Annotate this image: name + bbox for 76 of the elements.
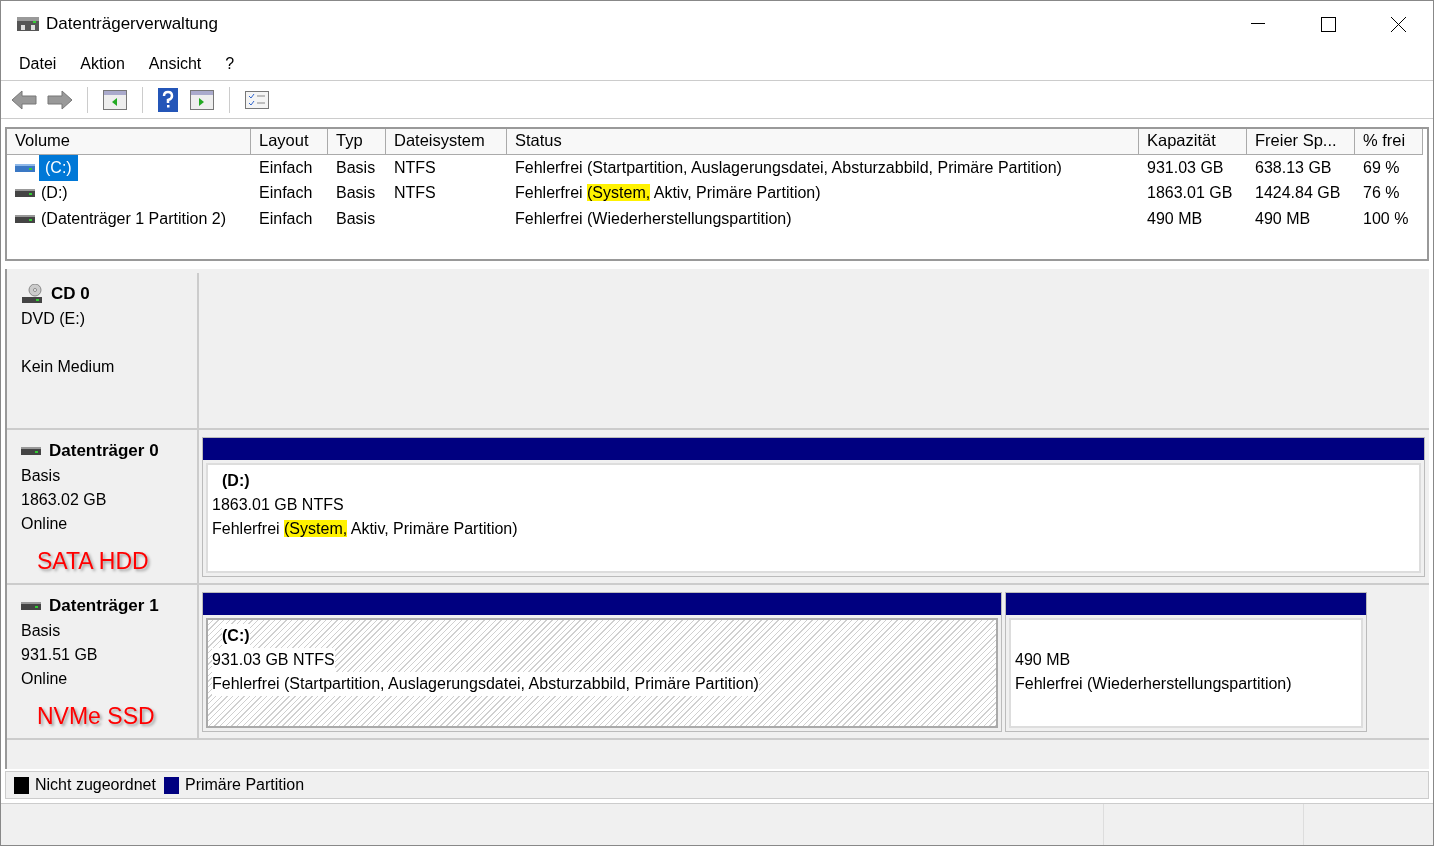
table-cell-text: 100 % xyxy=(1363,208,1409,229)
table-cell-text: Basis xyxy=(336,208,376,229)
panel-icon xyxy=(190,89,214,110)
drive-label[interactable]: (D:) xyxy=(39,181,70,206)
menu-item[interactable]: ? xyxy=(225,51,235,76)
minimize-icon xyxy=(1251,23,1265,25)
disk-name: Datenträger 1 xyxy=(49,595,159,617)
table-cell-text: Basis xyxy=(336,183,376,204)
column-header[interactable]: Freier Sp... xyxy=(1247,129,1355,155)
close-icon xyxy=(1390,16,1406,32)
table-cell-text: 1863.01 GB xyxy=(1147,183,1233,204)
drive-icon xyxy=(21,445,41,456)
partition-block[interactable]: (C:) 931.03 GB NTFS Fehlerfrei (Startpartition, Auslagerungsdatei, Absturzabbild, Primäre Partition) xyxy=(202,592,1002,732)
table-cell-text: 638.13 GB xyxy=(1255,157,1332,178)
disk-detail: 931.51 GB xyxy=(21,644,98,665)
window-title: Datenträgerverwaltung xyxy=(46,13,218,36)
table-cell-text: Einfach xyxy=(259,183,313,204)
checklist-icon xyxy=(245,90,269,109)
right-arrow-icon xyxy=(47,89,73,110)
disk-name: Datenträger 0 xyxy=(49,440,159,462)
table-cell-text: 1424.84 GB xyxy=(1255,183,1341,204)
disk-name: CD 0 xyxy=(51,283,90,305)
annotation-label: SATA HDD xyxy=(37,546,150,576)
table-cell-text: 76 % xyxy=(1363,183,1400,204)
drive-icon xyxy=(15,188,35,199)
table-cell-text: 490 MB xyxy=(1255,208,1311,229)
legend-label: Nicht zugeordnet xyxy=(35,775,156,795)
menu-item[interactable]: Aktion xyxy=(80,51,125,76)
column-header[interactable]: % frei xyxy=(1355,129,1423,155)
status-text: Fehlerfrei (System, Aktiv, Primäre Partition) xyxy=(515,183,821,204)
table-cell-text: Basis xyxy=(336,157,376,178)
table-cell-text: NTFS xyxy=(394,157,436,178)
status-text: Fehlerfrei (Startpartition, Auslagerungsdatei, Absturzabbild, Primäre Partition) xyxy=(515,157,1062,178)
column-header[interactable]: Volume xyxy=(7,129,251,155)
disk-detail: Kein Medium xyxy=(21,356,115,377)
table-cell-text: NTFS xyxy=(394,183,436,204)
drive-icon xyxy=(15,213,35,224)
partition-status: Fehlerfrei (Startpartition, Auslagerungsdatei, Absturzabbild, Primäre Partition) xyxy=(212,674,759,694)
drive-icon xyxy=(21,600,41,611)
column-header[interactable]: Kapazität xyxy=(1139,129,1247,155)
partition-block[interactable]: 490 MB Fehlerfrei (Wiederherstellungspartition) xyxy=(1005,592,1367,732)
status-text: Fehlerfrei (Wiederherstellungspartition) xyxy=(515,208,792,229)
help-button[interactable] xyxy=(155,85,181,114)
partition-status: Fehlerfrei (System, Aktiv, Primäre Partition) xyxy=(212,519,518,539)
column-header[interactable]: Typ xyxy=(328,129,386,155)
partition-block[interactable]: (D:) 1863.01 GB NTFS Fehlerfrei (System, Aktiv, Primäre Partition) xyxy=(202,437,1425,577)
drive-label[interactable]: (C:) xyxy=(39,154,78,181)
legend-label: Primäre Partition xyxy=(184,775,305,795)
column-header[interactable]: Status xyxy=(507,129,1139,155)
column-header[interactable]: Layout xyxy=(251,129,328,155)
app-icon xyxy=(17,15,39,33)
drive-icon xyxy=(15,162,35,173)
menu-item[interactable]: Ansicht xyxy=(148,51,202,76)
optical-drive-icon xyxy=(21,283,43,304)
table-cell-text: 931.03 GB xyxy=(1147,157,1224,178)
maximize-icon xyxy=(1320,16,1336,32)
partition-status: Fehlerfrei (Wiederherstellungspartition) xyxy=(1015,674,1292,694)
table-cell-text: 490 MB xyxy=(1147,208,1203,229)
disk-detail: Basis xyxy=(21,620,61,641)
menu-item[interactable]: Datei xyxy=(19,51,57,76)
table-cell-text: 69 % xyxy=(1363,157,1400,178)
column-header[interactable]: Dateisystem xyxy=(386,129,507,155)
disk-detail: DVD (E:) xyxy=(21,308,85,329)
panel-icon xyxy=(103,89,127,110)
help-icon xyxy=(158,87,178,112)
partition-title: (C:) xyxy=(222,624,250,648)
table-cell-text: Einfach xyxy=(259,208,313,229)
disk-detail: Online xyxy=(21,513,68,534)
disk-detail: Basis xyxy=(21,465,61,486)
left-arrow-icon xyxy=(11,89,37,110)
disk-detail: 1863.02 GB xyxy=(21,489,107,510)
partition-size: 931.03 GB NTFS xyxy=(212,648,335,672)
disk-detail: Online xyxy=(21,668,68,689)
drive-label[interactable]: (Datenträger 1 Partition 2) xyxy=(39,206,228,231)
annotation-label: NVMe SSD xyxy=(37,701,156,731)
table-cell-text: Einfach xyxy=(259,157,313,178)
